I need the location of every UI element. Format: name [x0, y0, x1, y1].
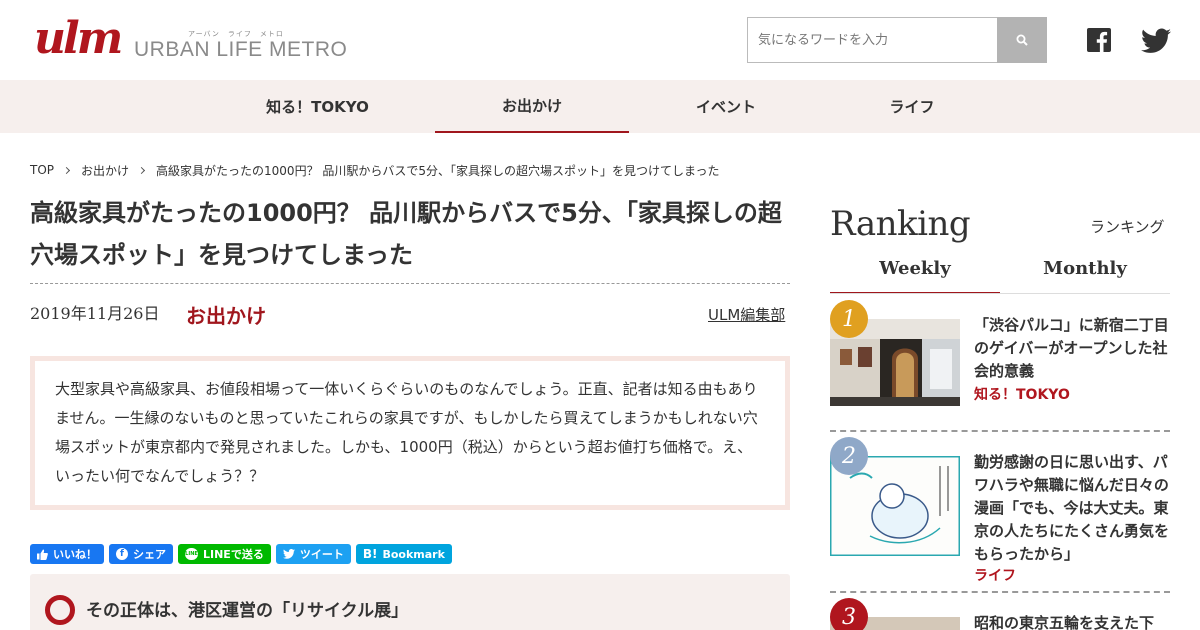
ranking-divider [830, 591, 1170, 593]
ranking-item[interactable]: 2 勤労感謝の日に思い出す、パワハラや無職に悩んだ日々の漫画「でも、今は大丈夫。… [830, 437, 1170, 597]
section-heading-box: その正体は、港区運営の「リサイクル展」 [30, 574, 790, 630]
hatena-bookmark-button[interactable]: B! Bookmark [355, 544, 452, 564]
ranking-title: Ranking [830, 204, 971, 244]
line-share-button[interactable]: LINE LINEで送る [178, 544, 271, 564]
rank-badge: 2 [830, 437, 868, 475]
article-author[interactable]: ULM編集部 [708, 304, 785, 325]
breadcrumb-current: 高級家具がたったの1000円？ 品川駅からバスで5分、「家具探しの超穴場スポット… [156, 163, 720, 178]
facebook-icon: f [116, 548, 128, 560]
tweet-label: ツイート [299, 548, 344, 561]
thumbs-up-icon [37, 549, 48, 560]
line-label: LINEで送る [203, 548, 264, 561]
article-lead-box: 大型家具や高級家具、お値段相場って一体いくらぐらいのものなんでしょう。正直、記者… [30, 356, 790, 510]
ranking-item-category[interactable]: 知る！TOKYO [974, 384, 1070, 404]
ranking-tab-divider [830, 293, 1170, 294]
title-divider [30, 283, 790, 284]
article-lead: 大型家具や高級家具、お値段相場って一体いくらぐらいのものなんでしょう。正直、記者… [35, 361, 785, 505]
ranking-item[interactable]: 1 「渋谷パルコ」に新宿二丁目のゲイバーがオープンした社会的意義 知る！TOKY… [830, 300, 1170, 430]
global-nav: 知る！TOKYO お出かけ イベント ライフ [0, 80, 1200, 133]
like-label: いいね！ [53, 548, 97, 561]
section-heading: その正体は、港区運営の「リサイクル展」 [86, 601, 409, 621]
logo-text: URBAN LIFE METRO [134, 38, 348, 61]
ranking-item-title[interactable]: 昭和の東京五輪を支えた下 [974, 612, 1170, 630]
search-form [747, 17, 1047, 63]
chevron-right-icon [62, 166, 71, 174]
share-label: シェア [133, 548, 166, 561]
search-icon [1016, 34, 1028, 46]
ranking-item-title[interactable]: 勤労感謝の日に思い出す、パワハラや無職に悩んだ日々の漫画「でも、今は大丈夫。東京… [974, 451, 1170, 566]
facebook-like-button[interactable]: いいね！ [30, 544, 104, 564]
ranking-tab-monthly[interactable]: Monthly [1000, 258, 1170, 294]
article-title: 高級家具がたったの1000円？ 品川駅からバスで5分、「家具探しの超穴場スポット… [30, 199, 782, 269]
search-button[interactable] [997, 17, 1047, 63]
ranking-divider [830, 430, 1170, 432]
ranking-item[interactable]: 3 昭和の東京五輪を支えた下 [830, 598, 1170, 630]
ranking-item-title[interactable]: 「渋谷パルコ」に新宿二丁目のゲイバーがオープンした社会的意義 [974, 314, 1170, 383]
twitter-icon[interactable] [1141, 28, 1171, 54]
bookmark-label: Bookmark [382, 547, 445, 561]
nav-item-odekake[interactable]: お出かけ [435, 80, 629, 133]
breadcrumb-category[interactable]: お出かけ [81, 162, 129, 179]
search-input[interactable] [747, 17, 998, 63]
site-header: ulm アーバン ライフ メトロ URBAN LIFE METRO [0, 0, 1200, 80]
ranking-subtitle: ランキング [1090, 218, 1165, 236]
circle-marker-icon [45, 595, 75, 625]
logo-mark: ulm [34, 13, 123, 64]
ranking-item-category[interactable]: ライフ [974, 565, 1016, 585]
rank-badge: 1 [830, 300, 868, 338]
chevron-right-icon [137, 166, 146, 174]
nav-item-life[interactable]: ライフ [850, 80, 974, 133]
nav-item-shiru-tokyo[interactable]: 知る！TOKYO [240, 80, 395, 133]
facebook-share-button[interactable]: f シェア [109, 544, 173, 564]
facebook-icon[interactable] [1087, 28, 1111, 52]
site-logo[interactable]: ulm アーバン ライフ メトロ URBAN LIFE METRO [34, 13, 348, 66]
share-buttons: いいね！ f シェア LINE LINEで送る ツイート B! Bookmark [30, 544, 452, 564]
article-date: 2019年11月26日 [30, 304, 160, 323]
breadcrumb: TOP お出かけ 高級家具がたったの1000円？ 品川駅からバスで5分、「家具探… [30, 160, 720, 180]
article-category[interactable]: お出かけ [186, 300, 266, 329]
nav-item-event[interactable]: イベント [660, 80, 792, 133]
hatena-bookmark-icon: B! [362, 547, 378, 561]
tweet-button[interactable]: ツイート [275, 544, 351, 564]
breadcrumb-top[interactable]: TOP [30, 163, 54, 177]
twitter-icon [282, 549, 295, 559]
ranking-tab-weekly[interactable]: Weekly [830, 258, 1000, 294]
line-icon: LINE [185, 548, 198, 560]
rank-badge: 3 [830, 598, 868, 630]
